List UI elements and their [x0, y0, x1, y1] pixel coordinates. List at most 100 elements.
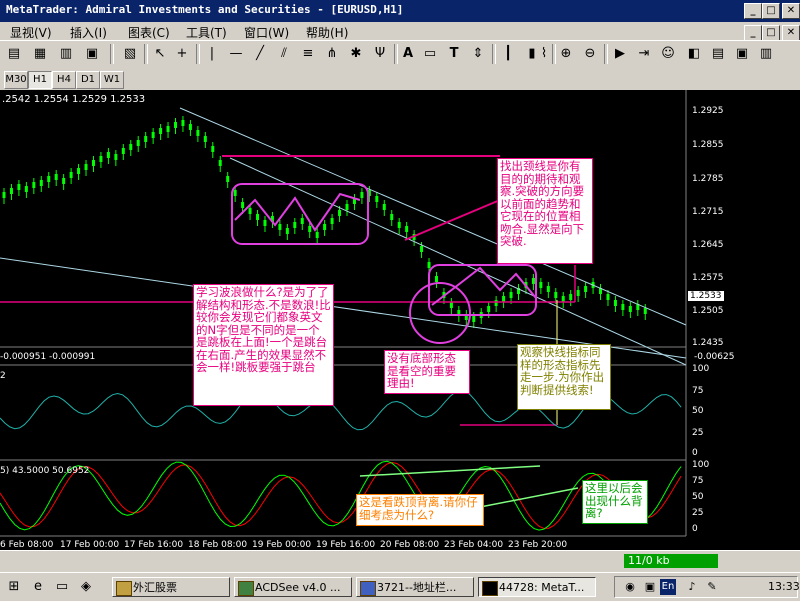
grid-icon[interactable]: ▦	[30, 44, 50, 64]
candle-body	[106, 152, 110, 158]
vline-icon[interactable]: |	[202, 44, 222, 64]
price-tick: 1.2925	[692, 106, 724, 116]
doc-close-button[interactable]: ✕	[782, 25, 800, 41]
close-button[interactable]: ✕	[782, 3, 800, 19]
bar-chart-icon[interactable]: ┃	[498, 44, 518, 64]
chart-canvas[interactable]	[0, 90, 800, 550]
task-browser[interactable]: 3721--地址栏...	[356, 577, 474, 597]
zoom-in-icon[interactable]: ⊕	[556, 44, 576, 64]
folder-icon	[116, 581, 132, 596]
trendline-icon[interactable]: ╱	[250, 44, 270, 64]
timeframe-w1[interactable]: W1	[100, 71, 124, 89]
candle-body	[323, 224, 327, 230]
timeframe-h4[interactable]: H4	[52, 71, 76, 89]
metatrader-icon	[482, 581, 498, 596]
tray-volume-icon[interactable]: ♪	[682, 577, 702, 597]
osc3-tick: 25	[692, 508, 704, 518]
chart-shift-icon[interactable]: ⇥	[634, 44, 654, 64]
minimize-button[interactable]: _	[744, 3, 762, 19]
candle-body	[166, 126, 170, 132]
candle-body	[472, 316, 476, 322]
candle-body	[211, 146, 215, 152]
candle-body	[502, 296, 506, 302]
expert-icon[interactable]: ☺	[658, 44, 678, 64]
menu-tools[interactable]: 工具(T)	[186, 24, 227, 41]
save-icon[interactable]: ▣	[82, 44, 102, 64]
candle-body	[2, 192, 6, 198]
osc2-tick: 50	[692, 406, 704, 416]
chart-properties-icon[interactable]: ▧	[120, 44, 140, 64]
label-icon[interactable]: ▭	[420, 44, 440, 64]
hline-icon[interactable]: —	[226, 44, 246, 64]
tray-ime-icon[interactable]: ✎	[702, 577, 722, 597]
candle-body	[315, 232, 319, 238]
candle-body	[531, 278, 535, 284]
language-indicator[interactable]: En	[660, 579, 676, 595]
arrow-icon[interactable]: ⇕	[468, 44, 488, 64]
annotation-wave-structure: 学习波浪做什么?是为了了解结构和形态.不是数浪!比较你会发现它们都象英文的N字但…	[193, 284, 334, 406]
candle-body	[151, 132, 155, 138]
tray-network-icon[interactable]: ▣	[640, 577, 660, 597]
candle-body	[397, 222, 401, 228]
crosshair-icon[interactable]: +	[172, 44, 192, 64]
candle-body	[159, 128, 163, 134]
menu-chart[interactable]: 图表(C)	[128, 24, 170, 41]
text-label-icon[interactable]: T	[444, 44, 464, 64]
tray-app-icon[interactable]: ◉	[620, 577, 640, 597]
quicklaunch-app-icon[interactable]: ◈	[76, 577, 96, 597]
doc-restore-button[interactable]: □	[762, 25, 780, 41]
maximize-button[interactable]: □	[762, 3, 780, 19]
period-icon[interactable]: ◧	[684, 44, 704, 64]
timeframe-m30[interactable]: M30	[4, 71, 28, 89]
stochastic-signal-line	[0, 461, 682, 529]
candle-body	[54, 174, 58, 180]
channel-icon[interactable]: ⫽	[274, 44, 294, 64]
candle-body	[494, 300, 498, 306]
timeframe-h1[interactable]: H1	[28, 71, 52, 89]
text-icon[interactable]: A	[398, 44, 418, 64]
menu-view[interactable]: 显视(V)	[10, 24, 52, 41]
candle-body	[241, 202, 245, 208]
candle-body	[546, 286, 550, 292]
fib-icon[interactable]: ≡	[298, 44, 318, 64]
new-chart-icon[interactable]: ▥	[56, 44, 76, 64]
taskbar-clock: 13:33	[768, 580, 800, 593]
time-tick: 23 Feb 04:00	[444, 540, 504, 550]
osc2-title: 2	[0, 371, 6, 381]
print-icon[interactable]: ▥	[756, 44, 776, 64]
title-bar: MetaTrader: Admiral Investments and Secu…	[0, 0, 800, 22]
fib-fan-icon[interactable]: ⋔	[322, 44, 342, 64]
zoom-out-icon[interactable]: ⊖	[580, 44, 600, 64]
screenshot-icon[interactable]: ▣	[732, 44, 752, 64]
andrews-icon[interactable]: Ψ	[370, 44, 390, 64]
task-forex-folder[interactable]: 外汇股票	[112, 577, 230, 597]
menu-insert[interactable]: 插入(I)	[70, 24, 107, 41]
autoscroll-icon[interactable]: ▶	[610, 44, 630, 64]
task-metatrader[interactable]: 44728: MetaT...	[478, 577, 596, 597]
quicklaunch-ie-icon[interactable]: e	[28, 577, 48, 597]
osc3-tick: 0	[692, 524, 698, 534]
time-tick: 19 Feb 16:00	[316, 540, 376, 550]
candle-body	[569, 294, 573, 300]
doc-minimize-button[interactable]: _	[744, 25, 762, 41]
price-tick: 1.2645	[692, 240, 724, 250]
candle-body	[203, 136, 207, 142]
panel-icon[interactable]: ▤	[4, 44, 24, 64]
menu-window[interactable]: 窗口(W)	[244, 24, 289, 41]
time-tick: 20 Feb 08:00	[380, 540, 440, 550]
osc2-tick: 100	[692, 364, 710, 374]
menu-help[interactable]: 帮助(H)	[306, 24, 348, 41]
candle-body	[420, 246, 424, 252]
task-acdsee[interactable]: ACDSee v4.0 ...	[234, 577, 352, 597]
quicklaunch-desktop-icon[interactable]: ▭	[52, 577, 72, 597]
gann-icon[interactable]: ✱	[346, 44, 366, 64]
timeframe-d1[interactable]: D1	[76, 71, 100, 89]
cursor-icon[interactable]: ↖	[150, 44, 170, 64]
candle-body	[188, 124, 192, 130]
candle-body	[136, 140, 140, 146]
line-chart-icon[interactable]: ⌇	[534, 44, 554, 64]
time-tick: 17 Feb 00:00	[60, 540, 120, 550]
start-icon[interactable]: ⊞	[4, 577, 24, 597]
template-icon[interactable]: ▤	[708, 44, 728, 64]
candle-body	[576, 290, 580, 296]
